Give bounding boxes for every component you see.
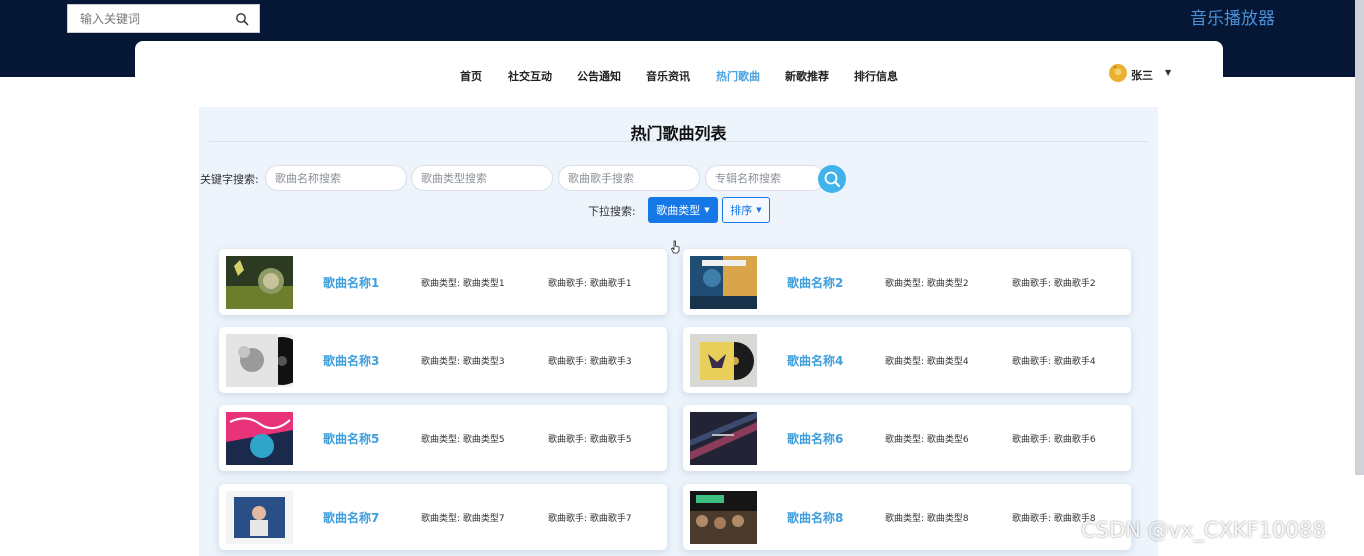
album-cover: [226, 491, 293, 544]
song-name[interactable]: 歌曲名称5: [323, 430, 379, 447]
caret-down-icon: ▼: [704, 206, 710, 214]
caret-down-icon: ▼: [756, 206, 762, 214]
song-type: 歌曲类型: 歌曲类型1: [421, 279, 505, 289]
song-type: 歌曲类型: 歌曲类型5: [421, 435, 505, 445]
sort-dropdown-label: 排序: [730, 204, 753, 217]
main-nav: 首页 社交互动 公告通知 音乐资讯 热门歌曲 新歌推荐 排行信息: [135, 68, 1223, 84]
album-cover: [226, 412, 293, 465]
song-name[interactable]: 歌曲名称1: [323, 274, 379, 291]
nav-item-notice[interactable]: 公告通知: [577, 68, 621, 84]
album-cover: [690, 334, 757, 387]
song-singer: 歌曲歌手: 歌曲歌手1: [548, 279, 632, 289]
song-card[interactable]: 歌曲名称6 歌曲类型: 歌曲类型6 歌曲歌手: 歌曲歌手6: [683, 405, 1131, 471]
nav-item-new-songs[interactable]: 新歌推荐: [785, 68, 829, 84]
song-type: 歌曲类型: 歌曲类型3: [421, 357, 505, 367]
song-name[interactable]: 歌曲名称4: [787, 352, 843, 369]
song-singer: 歌曲歌手: 歌曲歌手2: [1012, 279, 1096, 289]
album-search-input[interactable]: [706, 166, 824, 190]
song-singer: 歌曲歌手: 歌曲歌手7: [548, 514, 632, 524]
song-type: 歌曲类型: 歌曲类型8: [885, 514, 969, 524]
song-card[interactable]: 歌曲名称4 歌曲类型: 歌曲类型4 歌曲歌手: 歌曲歌手4: [683, 327, 1131, 393]
song-type: 歌曲类型: 歌曲类型4: [885, 357, 969, 367]
title-divider: [209, 141, 1148, 142]
song-name-search[interactable]: [265, 165, 407, 191]
song-name[interactable]: 歌曲名称3: [323, 352, 379, 369]
song-name[interactable]: 歌曲名称6: [787, 430, 843, 447]
album-cover: [690, 491, 757, 544]
album-cover: [226, 334, 293, 387]
song-type: 歌曲类型: 歌曲类型6: [885, 435, 969, 445]
keyword-search-label: 关键字搜索:: [200, 173, 259, 186]
nav-item-news[interactable]: 音乐资讯: [646, 68, 690, 84]
watermark: CSDN @vx_CXKF10088: [1081, 518, 1326, 542]
song-singer: 歌曲歌手: 歌曲歌手3: [548, 357, 632, 367]
song-name[interactable]: 歌曲名称8: [787, 509, 843, 526]
song-card[interactable]: 歌曲名称1 歌曲类型: 歌曲类型1 歌曲歌手: 歌曲歌手1: [219, 249, 667, 315]
song-card[interactable]: 歌曲名称2 歌曲类型: 歌曲类型2 歌曲歌手: 歌曲歌手2: [683, 249, 1131, 315]
album-cover: [690, 256, 757, 309]
avatar: [1109, 64, 1127, 82]
header-search[interactable]: [67, 4, 260, 33]
song-type: 歌曲类型: 歌曲类型2: [885, 279, 969, 289]
album-cover: [690, 412, 757, 465]
song-card[interactable]: 歌曲名称5 歌曲类型: 歌曲类型5 歌曲歌手: 歌曲歌手5: [219, 405, 667, 471]
song-card[interactable]: 歌曲名称7 歌曲类型: 歌曲类型7 歌曲歌手: 歌曲歌手7: [219, 484, 667, 550]
nav-item-ranking[interactable]: 排行信息: [854, 68, 898, 84]
song-name-search-input[interactable]: [266, 166, 406, 190]
song-singer: 歌曲歌手: 歌曲歌手4: [1012, 357, 1096, 367]
sort-dropdown[interactable]: 排序 ▼: [722, 197, 770, 223]
search-button[interactable]: [818, 165, 846, 193]
search-icon[interactable]: [235, 12, 249, 26]
nav-card: 首页 社交互动 公告通知 音乐资讯 热门歌曲 新歌推荐 排行信息 张三 ▼: [135, 41, 1223, 91]
song-type-dropdown[interactable]: 歌曲类型 ▼: [648, 197, 718, 223]
song-type-search-input[interactable]: [412, 166, 552, 190]
song-type-search[interactable]: [411, 165, 553, 191]
hand-cursor-icon: [671, 240, 680, 254]
singer-search[interactable]: [558, 165, 700, 191]
album-cover: [226, 256, 293, 309]
nav-item-social[interactable]: 社交互动: [508, 68, 552, 84]
song-type: 歌曲类型: 歌曲类型7: [421, 514, 505, 524]
song-name[interactable]: 歌曲名称7: [323, 509, 379, 526]
caret-down-icon: ▼: [1165, 68, 1172, 77]
header-search-input[interactable]: [68, 5, 228, 32]
nav-item-hot-songs[interactable]: 热门歌曲: [716, 68, 760, 84]
song-singer: 歌曲歌手: 歌曲歌手6: [1012, 435, 1096, 445]
brand-title: 音乐播放器: [1190, 9, 1275, 29]
song-card[interactable]: 歌曲名称3 歌曲类型: 歌曲类型3 歌曲歌手: 歌曲歌手3: [219, 327, 667, 393]
dropdown-search-label: 下拉搜索:: [588, 205, 636, 218]
singer-search-input[interactable]: [559, 166, 699, 190]
song-card[interactable]: 歌曲名称8 歌曲类型: 歌曲类型8 歌曲歌手: 歌曲歌手8: [683, 484, 1131, 550]
song-name[interactable]: 歌曲名称2: [787, 274, 843, 291]
album-search[interactable]: [705, 165, 825, 191]
song-singer: 歌曲歌手: 歌曲歌手5: [548, 435, 632, 445]
song-type-dropdown-label: 歌曲类型: [656, 204, 701, 217]
nav-item-home[interactable]: 首页: [460, 68, 482, 84]
scrollbar[interactable]: [1355, 0, 1364, 475]
user-name: 张三: [1131, 69, 1153, 82]
search-icon: [824, 171, 840, 187]
